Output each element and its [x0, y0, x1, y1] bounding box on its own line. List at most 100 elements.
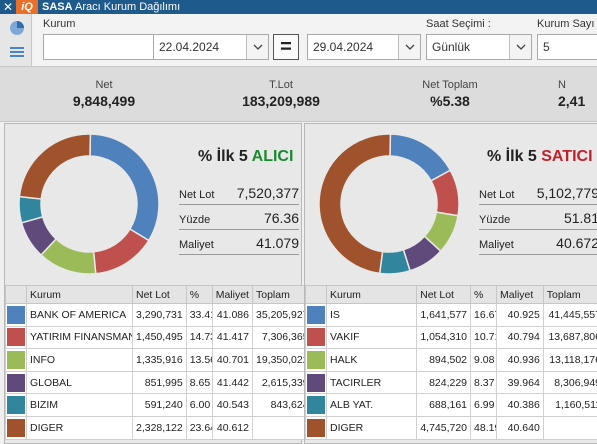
- alici-title-prefix: % İlk 5: [198, 148, 252, 165]
- symbol-title: SASA: [42, 1, 73, 13]
- fourth-value: 2,41: [558, 93, 586, 109]
- donut-slice: [89, 133, 160, 242]
- satici-panel: % İlk 5 SATICI Net Lot 5,102,779 Yüzde 51.…: [304, 123, 597, 444]
- color-cell: [5, 393, 27, 417]
- color-cell: [305, 348, 327, 372]
- cell-toplam: 1,160,511: [542, 393, 597, 417]
- net-label: Net: [95, 79, 113, 91]
- cell-netlot: 688,161: [416, 393, 472, 417]
- cell-netlot: 1,335,916: [132, 348, 187, 372]
- alici-table: Kurum Net Lot% Maliyet Toplam BANK OF AMERIC…: [5, 285, 313, 440]
- net-toplam-value: %5.38: [430, 93, 470, 109]
- chevron-down-icon[interactable]: [246, 35, 268, 59]
- column-header[interactable]: Kurum: [26, 285, 133, 304]
- color-swatch: [7, 350, 25, 369]
- table-row[interactable]: DIGER2,328,12223.6440.612: [5, 415, 313, 440]
- table-row[interactable]: HALK 894,502 9.08 40.936 13,118,176: [305, 348, 597, 372]
- title-bar: ✕ iQ SASA Aracı Kurum Dağılımı: [0, 0, 597, 14]
- kurum-sayisi-input[interactable]: 5: [537, 34, 597, 60]
- cell-maliyet: 40.543: [211, 393, 253, 417]
- cell-netlot: 1,641,577: [416, 303, 472, 327]
- saat-label: Saat Seçimi :: [426, 18, 491, 30]
- color-swatch: [307, 396, 325, 415]
- table-row[interactable]: GLOBAL 851,995 8.65 41.442 2,615,339: [5, 370, 313, 395]
- cell-kurum: BANK OF AMERICA: [26, 303, 133, 327]
- column-header[interactable]: Maliyet: [496, 285, 544, 304]
- column-header[interactable]: Net Lot: [416, 285, 472, 304]
- cell-pct: 6.99: [470, 393, 498, 417]
- color-cell: [305, 370, 327, 395]
- cell-kurum: IS: [325, 303, 418, 327]
- summary-tlot: T.Lot 183,209,989: [226, 79, 336, 109]
- table-row[interactable]: TACIRLER 824,229 8.37 39.964 8,306,949: [305, 370, 597, 395]
- window-title: SASA Aracı Kurum Dağılımı: [42, 1, 180, 13]
- cell-maliyet: 39.964: [496, 370, 544, 395]
- saat-select[interactable]: Günlük: [426, 34, 532, 60]
- color-swatch: [7, 396, 25, 415]
- color-header: [305, 285, 327, 304]
- satici-maliyet-label: Maliyet: [479, 239, 514, 251]
- column-header[interactable]: Maliyet: [211, 285, 253, 304]
- kurum-label: Kurum: [43, 18, 76, 30]
- cell-pct: 48.19: [470, 415, 498, 440]
- tlot-label: T.Lot: [269, 79, 293, 91]
- start-date-field[interactable]: 22.04.2024: [153, 34, 269, 60]
- satici-yuzde-label: Yüzde: [479, 214, 511, 226]
- satici-donut-chart: [318, 133, 460, 275]
- alici-donut-chart: [18, 133, 160, 275]
- equals-button[interactable]: =: [273, 34, 299, 60]
- net-toplam-label: Net Toplam: [422, 79, 478, 91]
- satici-title-word: SATICI: [541, 148, 593, 165]
- color-cell: [5, 370, 27, 395]
- donut-slice: [389, 133, 452, 182]
- table-row[interactable]: ALB YAT. 688,161 6.99 40.386 1,160,511: [305, 393, 597, 417]
- alici-title-word: ALICI: [251, 148, 294, 165]
- color-swatch: [307, 418, 325, 437]
- color-swatch: [7, 418, 25, 437]
- color-swatch: [307, 373, 325, 392]
- menu-icon[interactable]: [9, 44, 25, 60]
- cell-toplam: 13,687,806: [542, 325, 597, 350]
- cell-kurum: BIZIM: [26, 393, 133, 417]
- column-header[interactable]: %: [470, 285, 498, 304]
- table-row[interactable]: INFO1,335,91613.5640.70119,350,022: [5, 348, 313, 372]
- cell-maliyet: 41.417: [211, 325, 253, 350]
- color-header: [5, 285, 27, 304]
- column-header[interactable]: Toplam: [542, 285, 597, 304]
- table-row[interactable]: BIZIM 591,240 6.00 40.543 843,624: [5, 393, 313, 417]
- end-date-field[interactable]: 29.04.2024: [307, 34, 421, 60]
- table-row[interactable]: DIGER4,745,72048.1940.640: [305, 415, 597, 440]
- chevron-down-icon[interactable]: [398, 35, 420, 59]
- cell-kurum: ALB YAT.: [325, 393, 418, 417]
- cell-kurum: YATIRIM FINANSMAN: [26, 325, 133, 350]
- cell-maliyet: 41.086: [211, 303, 253, 327]
- column-header[interactable]: Net Lot: [132, 285, 187, 304]
- cell-maliyet: 40.386: [496, 393, 544, 417]
- cell-pct: 13.56: [185, 348, 213, 372]
- start-date-value: 22.04.2024: [159, 40, 220, 54]
- alici-panel: % İlk 5 ALICI Net Lot 7,520,377 Yüzde 76.3…: [4, 123, 313, 444]
- color-cell: [5, 348, 27, 372]
- color-swatch: [7, 305, 25, 324]
- chevron-down-icon[interactable]: [509, 35, 531, 59]
- color-swatch: [307, 328, 325, 347]
- close-icon[interactable]: ✕: [0, 0, 16, 14]
- table-row[interactable]: IS1,641,57716.6740.92541,445,557: [305, 303, 597, 327]
- cell-kurum: VAKIF: [325, 325, 418, 350]
- pie-chart-icon[interactable]: [9, 20, 25, 36]
- cell-netlot: 851,995: [132, 370, 187, 395]
- cell-toplam: 13,118,176: [542, 348, 597, 372]
- column-header[interactable]: %: [185, 285, 213, 304]
- table-row[interactable]: VAKIF1,054,31010.7140.79413,687,806: [305, 325, 597, 350]
- alici-yuzde-label: Yüzde: [179, 214, 211, 226]
- cell-pct: 9.08: [470, 348, 498, 372]
- table-row[interactable]: YATIRIM FINANSMAN1,450,49514.7341.4177,3…: [5, 325, 313, 350]
- cell-kurum: DIGER: [325, 415, 418, 440]
- color-cell: [5, 325, 27, 350]
- color-cell: [305, 303, 327, 327]
- filter-bar: Kurum 22.04.2024 = 29.04.2024 Saat Seçim…: [33, 14, 597, 66]
- table-row[interactable]: BANK OF AMERICA3,290,73133.4141.08635,20…: [5, 303, 313, 327]
- cell-netlot: 894,502: [416, 348, 472, 372]
- cell-netlot: 1,054,310: [416, 325, 472, 350]
- column-header[interactable]: Kurum: [325, 285, 418, 304]
